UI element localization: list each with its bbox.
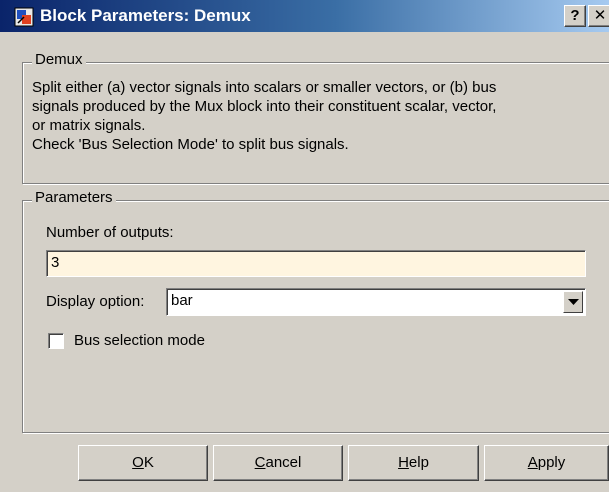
help-button[interactable]: Help: [348, 445, 479, 481]
window-title: Block Parameters: Demux: [40, 6, 251, 25]
display-option-value: bar: [171, 292, 193, 309]
bus-selection-mode-label[interactable]: Bus selection mode: [74, 332, 205, 349]
help-label-rest: elp: [408, 454, 429, 471]
apply-mnemonic: A: [527, 454, 538, 471]
description-line: signals produced by the Mux block into t…: [32, 98, 497, 115]
context-help-button[interactable]: ?: [564, 5, 586, 27]
number-of-outputs-input[interactable]: 3: [46, 250, 586, 277]
title-bar[interactable]: Block Parameters: Demux ? ✕: [0, 0, 609, 32]
display-option-label: Display option:: [46, 293, 145, 310]
block-parameters-dialog: Block Parameters: Demux ? ✕ Demux Split …: [0, 0, 609, 492]
number-of-outputs-label: Number of outputs:: [46, 224, 174, 241]
block-description: Split either (a) vector signals into sca…: [32, 78, 607, 154]
close-button[interactable]: ✕: [588, 5, 609, 27]
ok-mnemonic: O: [132, 454, 144, 471]
apply-label-rest: pply: [537, 454, 566, 471]
dropdown-button[interactable]: [563, 291, 583, 313]
ok-button[interactable]: OK: [78, 445, 208, 481]
help-mnemonic: H: [398, 454, 409, 471]
cancel-mnemonic: C: [254, 454, 266, 471]
cancel-button[interactable]: Cancel: [213, 445, 343, 481]
ok-label-rest: K: [143, 454, 154, 471]
apply-button[interactable]: Apply: [484, 445, 609, 481]
simulink-block-icon: [14, 7, 34, 27]
description-line: Check 'Bus Selection Mode' to split bus …: [32, 136, 349, 153]
cancel-label-rest: ancel: [265, 454, 302, 471]
chevron-down-icon: [568, 299, 579, 305]
demux-group-label: Demux: [32, 51, 86, 68]
parameters-group-label: Parameters: [32, 189, 116, 206]
number-of-outputs-value: 3: [51, 254, 60, 271]
display-option-select[interactable]: bar: [166, 288, 586, 316]
description-line: or matrix signals.: [32, 117, 146, 134]
bus-selection-mode-checkbox[interactable]: [48, 333, 64, 349]
description-line: Split either (a) vector signals into sca…: [32, 79, 497, 96]
